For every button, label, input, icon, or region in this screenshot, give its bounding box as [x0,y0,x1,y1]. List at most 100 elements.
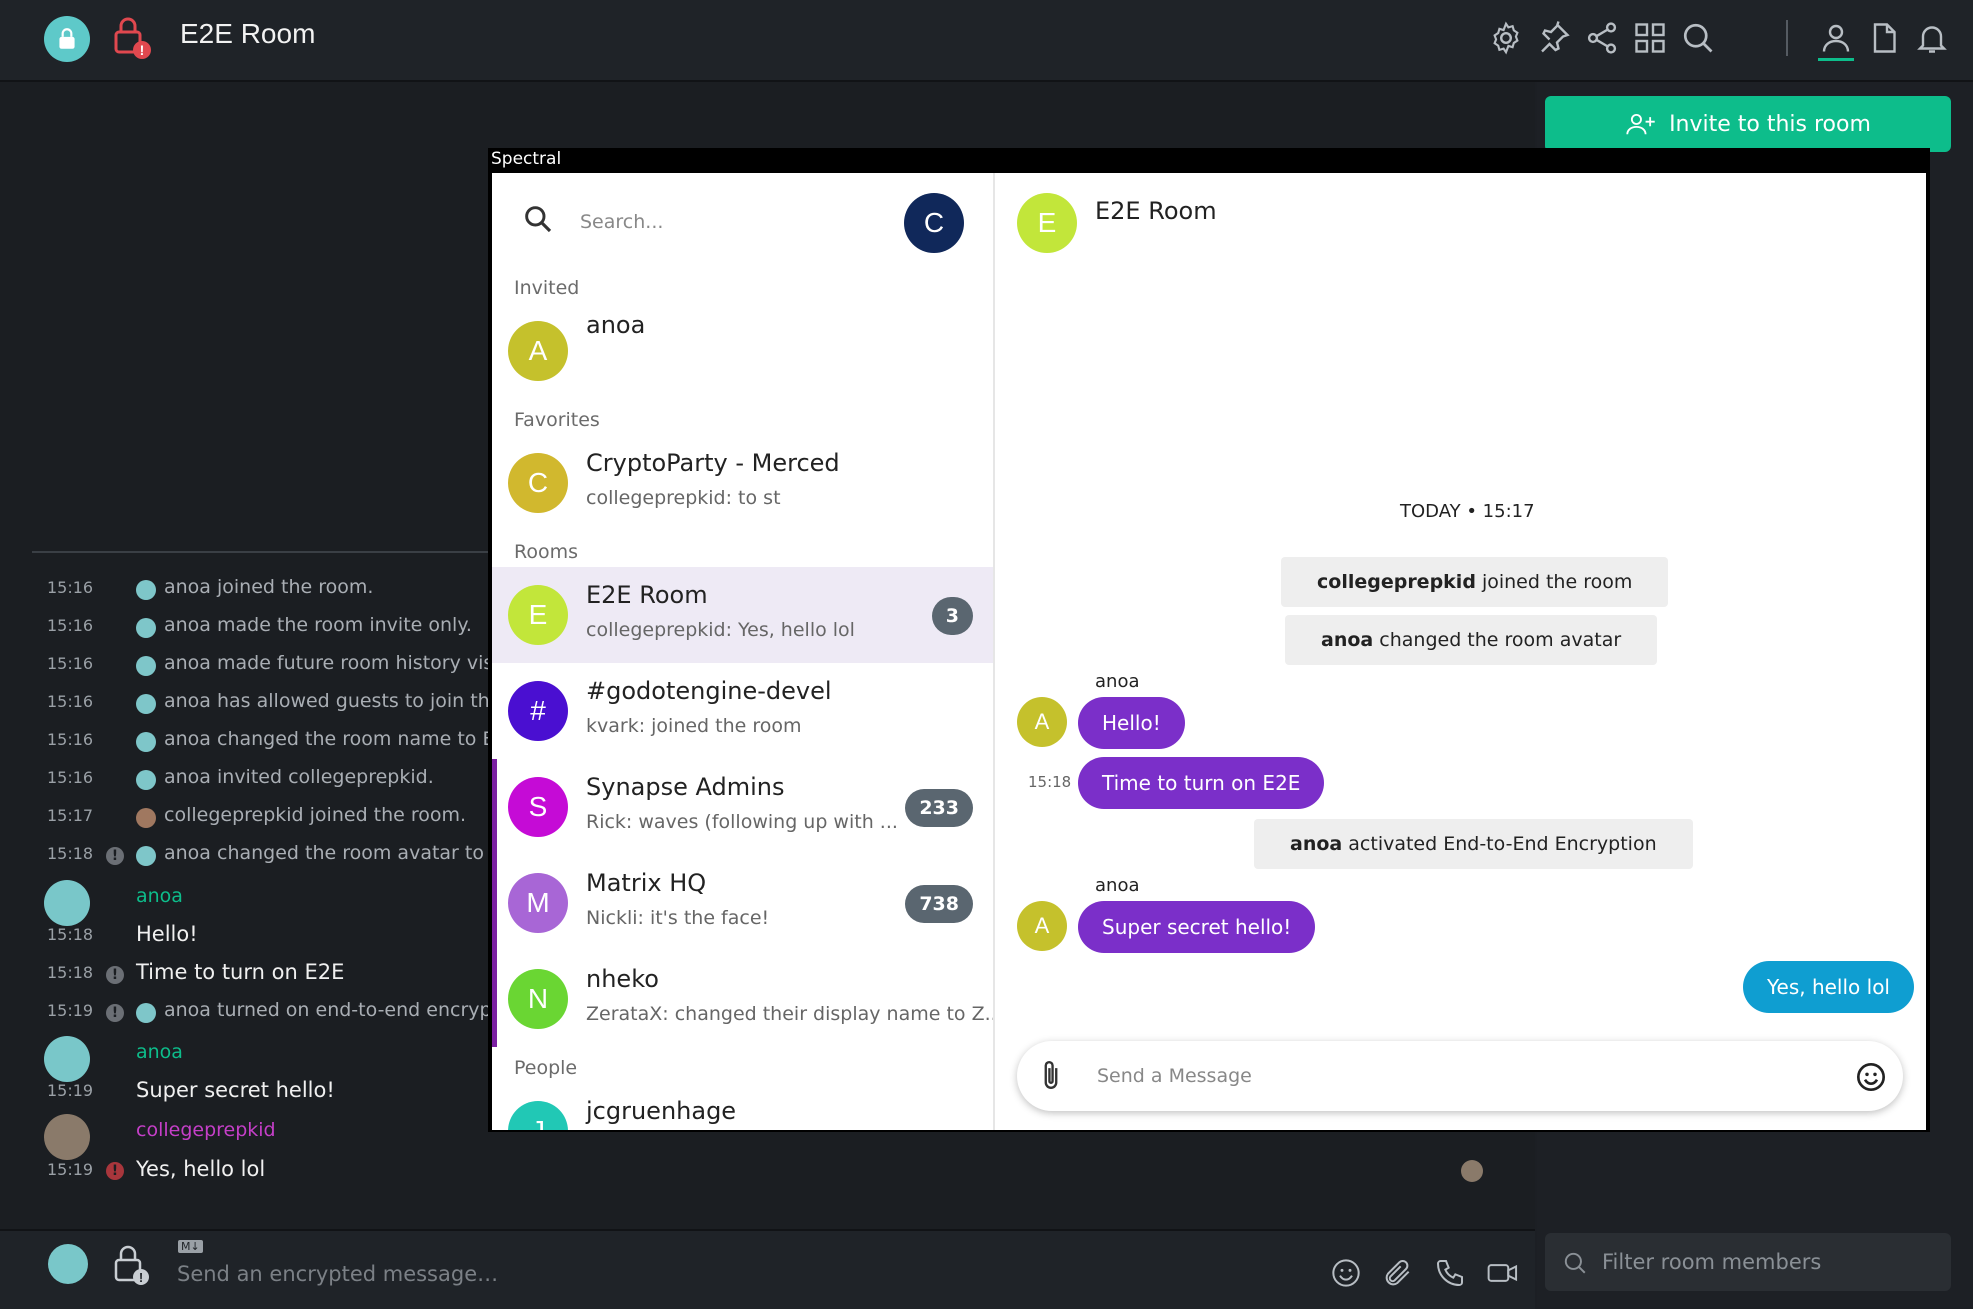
notifications-bell-icon[interactable] [1914,20,1950,56]
list-item[interactable]: A anoa [492,303,993,399]
avatar: E [508,585,568,645]
attachment-icon[interactable] [1382,1257,1414,1289]
sender-name[interactable]: anoa [136,885,183,907]
files-icon[interactable] [1866,20,1902,56]
avatar[interactable] [44,1036,90,1082]
member-mini-avatar [136,1003,156,1023]
filter-members-placeholder: Filter room members [1602,1250,1822,1274]
own-avatar[interactable] [48,1244,88,1284]
member-mini-avatar [136,694,156,714]
own-message-bubble[interactable]: Yes, hello lol [1742,961,1914,1013]
video-call-icon[interactable] [1486,1257,1520,1289]
search-icon[interactable] [522,203,554,235]
message-time: 15:18 [47,925,94,944]
message-time: 15:19 [47,1160,94,1179]
list-item[interactable]: # #godotengine-devel kvark: joined the r… [492,663,993,759]
avatar: S [508,777,568,837]
attachment-icon[interactable] [1035,1059,1067,1093]
section-invited[interactable]: Invited [514,277,579,299]
message-body: Super secret hello! [136,1078,335,1102]
members-active-indicator [1818,58,1854,61]
search-icon[interactable] [1680,20,1716,56]
emoji-icon[interactable] [1330,1257,1362,1289]
event-time: 15:16 [47,768,94,787]
event-text: anoa made the room invite only. [164,614,472,636]
list-item[interactable]: N nheko ZerataX: changed their display n… [492,951,993,1047]
room-name: CryptoParty - Merced [586,449,840,477]
warning-icon: ! [106,966,124,984]
sender-name[interactable]: anoa [1095,875,1139,896]
warning-icon: ! [106,847,124,865]
room-list-panel: Search... C Invited A anoa Favorites C C… [492,173,993,1130]
state-event: anoa changed the room avatar [1285,615,1658,665]
event-text: activated End-to-End Encryption [1342,833,1657,855]
members-icon[interactable] [1818,20,1854,56]
room-name: E2E Room [586,581,708,609]
unread-badge: 233 [905,789,973,827]
composer-input[interactable]: Send an encrypted message… [177,1262,498,1286]
list-item[interactable]: C CryptoParty - Merced collegeprepkid: t… [492,435,993,531]
section-favorites[interactable]: Favorites [514,409,600,431]
apps-grid-icon[interactable] [1632,20,1668,56]
voice-call-icon[interactable] [1434,1257,1466,1289]
invite-button-label: Invite to this room [1669,111,1871,137]
event-text: anoa made future room history visil [164,652,488,674]
event-time: 15:19 [47,1001,94,1020]
avatar[interactable] [44,1114,90,1160]
state-event: anoa activated End-to-End Encryption [1254,819,1693,869]
message-bubble[interactable]: Time to turn on E2E [1078,757,1325,809]
avatar: M [508,873,568,933]
markdown-badge: M↓ [178,1240,203,1253]
last-message: collegeprepkid: Yes, hello lol [586,619,855,641]
section-rooms[interactable]: Rooms [514,541,578,563]
invite-button[interactable]: Invite to this room [1545,96,1951,152]
composer-input[interactable]: Send a Message [1097,1065,1252,1087]
list-item[interactable]: S Synapse Admins Rick: waves (following … [492,759,993,855]
read-receipt-avatar[interactable] [1461,1160,1483,1182]
message-body: Time to turn on E2E [136,960,345,984]
last-message: collegeprepkid: to st [586,487,781,509]
message-time: 15:18 [1028,773,1072,791]
emoji-icon[interactable] [1855,1061,1887,1093]
room-avatar[interactable]: E [1017,193,1077,253]
event-text: anoa changed the room avatar to [164,842,484,864]
event-text: anoa has allowed guests to join the [164,690,488,712]
member-mini-avatar [136,846,156,866]
user-avatar[interactable]: C [904,193,964,253]
event-time: 15:18 [47,844,94,863]
list-item-selected[interactable]: E E2E Room collegeprepkid: Yes, hello lo… [492,567,993,663]
highlight-indicator [492,951,497,1047]
sender-name[interactable]: anoa [136,1041,183,1063]
avatar[interactable] [44,880,90,926]
avatar: # [508,681,568,741]
pin-icon[interactable] [1536,20,1572,56]
member-mini-avatar [136,618,156,638]
svg-text:!: ! [139,1270,143,1285]
message-time: 15:18 [47,963,94,982]
room-name: anoa [586,311,646,339]
event-time: 15:17 [47,806,94,825]
list-item[interactable]: M Matrix HQ Nickli: it's the face! 738 [492,855,993,951]
message-bubble[interactable]: Super secret hello! [1078,901,1316,953]
event-text: anoa changed the room name to E2 [164,728,488,750]
message-bubble[interactable]: Hello! [1078,697,1185,749]
highlight-indicator [492,855,497,951]
room-title: E2E Room [1095,197,1217,225]
list-item[interactable]: J jcgruenhage [492,1083,993,1130]
room-name: jcgruenhage [586,1097,737,1125]
settings-icon[interactable] [1488,20,1524,56]
message-body: Yes, hello lol [136,1157,266,1181]
share-icon[interactable] [1584,20,1620,56]
search-input[interactable]: Search... [580,211,663,233]
event-text: collegeprepkid joined the room. [164,804,467,826]
avatar: J [508,1101,568,1130]
event-user: anoa [1321,629,1374,651]
section-people[interactable]: People [514,1057,577,1079]
warning-icon: ! [106,1004,124,1022]
event-user: anoa [1290,833,1343,855]
avatar[interactable]: A [1017,901,1067,951]
event-time: 15:16 [47,692,94,711]
avatar[interactable]: A [1017,697,1067,747]
sender-name[interactable]: collegeprepkid [136,1119,276,1141]
sender-name[interactable]: anoa [1095,671,1139,692]
